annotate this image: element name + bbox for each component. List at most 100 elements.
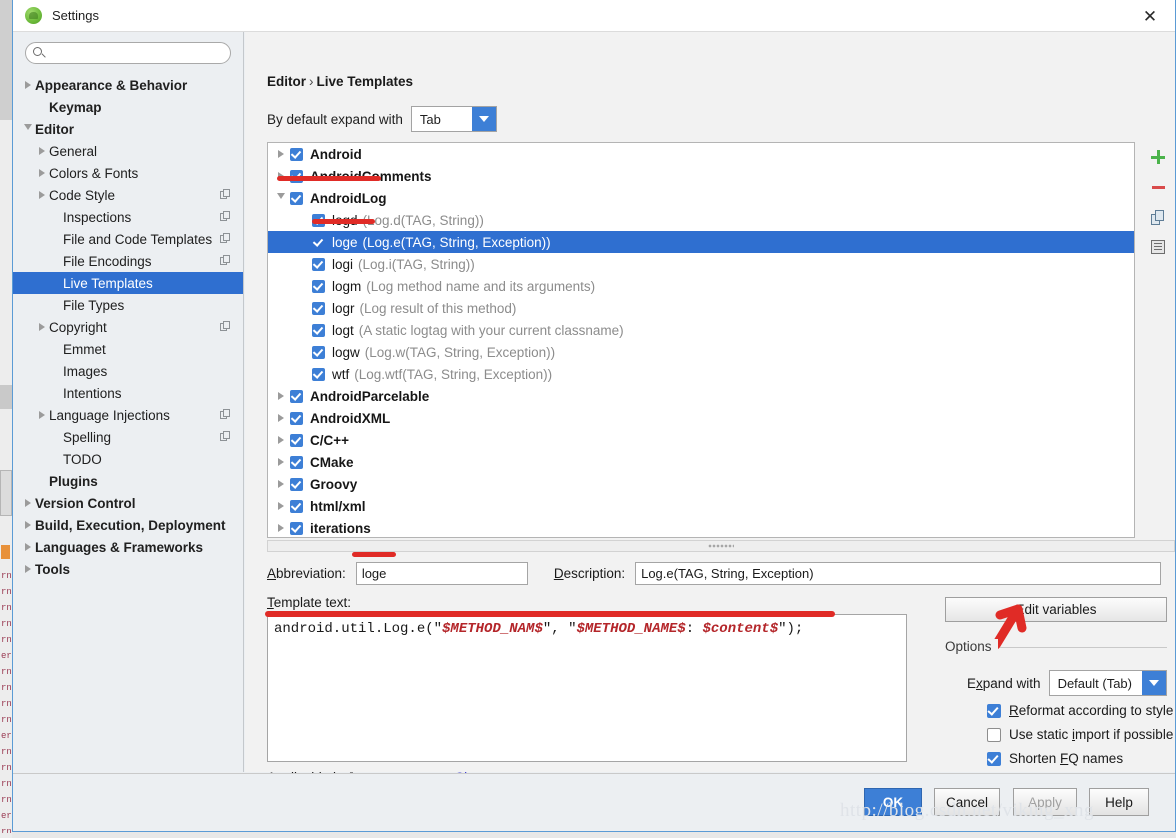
template-checkbox[interactable] bbox=[290, 477, 303, 491]
reformat-checkbox-row[interactable]: Reformat according to style bbox=[987, 703, 1173, 718]
chevron-right-icon[interactable] bbox=[35, 411, 49, 419]
copy-settings-icon[interactable] bbox=[220, 255, 231, 266]
copy-settings-icon[interactable] bbox=[220, 321, 231, 332]
chevron-right-icon[interactable] bbox=[35, 169, 49, 177]
default-expand-select[interactable]: Tab bbox=[410, 106, 497, 132]
template-checkbox[interactable] bbox=[290, 411, 303, 425]
template-checkbox[interactable] bbox=[290, 455, 303, 469]
template-checkbox[interactable] bbox=[312, 279, 325, 293]
chevron-right-icon[interactable] bbox=[21, 499, 35, 507]
help-button[interactable]: Help bbox=[1089, 788, 1149, 816]
template-checkbox[interactable] bbox=[290, 499, 303, 513]
sidebar-item-languages-frameworks[interactable]: Languages & Frameworks bbox=[13, 536, 243, 558]
chevron-down-icon[interactable] bbox=[272, 193, 290, 203]
abbreviation-input[interactable] bbox=[355, 562, 528, 585]
close-icon[interactable]: ✕ bbox=[1139, 6, 1161, 26]
template-row[interactable]: AndroidComments bbox=[268, 165, 1134, 187]
chevron-right-icon[interactable] bbox=[35, 323, 49, 331]
chevron-right-icon[interactable] bbox=[272, 458, 290, 466]
sidebar-item-general[interactable]: General bbox=[13, 140, 243, 162]
remove-template-button[interactable] bbox=[1141, 172, 1175, 202]
template-checkbox[interactable] bbox=[290, 147, 303, 161]
duplicate-template-button[interactable] bbox=[1141, 202, 1175, 232]
template-row[interactable]: logw (Log.w(TAG, String, Exception)) bbox=[268, 341, 1134, 363]
breadcrumb-root[interactable]: Editor bbox=[267, 74, 306, 89]
sidebar-item-plugins[interactable]: Plugins bbox=[13, 470, 243, 492]
sidebar-item-live-templates[interactable]: Live Templates bbox=[13, 272, 243, 294]
copy-settings-icon[interactable] bbox=[220, 211, 231, 222]
template-checkbox[interactable] bbox=[312, 367, 325, 381]
ok-button[interactable]: OK bbox=[864, 788, 922, 816]
sidebar-item-spelling[interactable]: Spelling bbox=[13, 426, 243, 448]
template-row[interactable]: logt (A static logtag with your current c… bbox=[268, 319, 1134, 341]
chevron-right-icon[interactable] bbox=[35, 147, 49, 155]
chevron-right-icon[interactable] bbox=[35, 191, 49, 199]
sidebar-item-images[interactable]: Images bbox=[13, 360, 243, 382]
sidebar-item-language-injections[interactable]: Language Injections bbox=[13, 404, 243, 426]
sidebar-item-file-encodings[interactable]: File Encodings bbox=[13, 250, 243, 272]
sidebar-item-copyright[interactable]: Copyright bbox=[13, 316, 243, 338]
template-row[interactable]: html/xml bbox=[268, 495, 1134, 517]
sidebar-item-file-and-code-templates[interactable]: File and Code Templates bbox=[13, 228, 243, 250]
template-checkbox[interactable] bbox=[312, 257, 325, 271]
template-row[interactable]: logd (Log.d(TAG, String)) bbox=[268, 209, 1134, 231]
templates-list[interactable]: Android AndroidComments AndroidLog logd (Log… bbox=[267, 142, 1135, 538]
chevron-down-icon[interactable] bbox=[471, 107, 496, 131]
chevron-down-icon[interactable] bbox=[1141, 671, 1166, 695]
sidebar-item-version-control[interactable]: Version Control bbox=[13, 492, 243, 514]
chevron-right-icon[interactable] bbox=[272, 172, 290, 180]
copy-settings-icon[interactable] bbox=[220, 189, 231, 200]
template-checkbox[interactable] bbox=[312, 323, 325, 337]
description-input[interactable] bbox=[635, 562, 1162, 585]
sidebar-item-build-execution-deployment[interactable]: Build, Execution, Deployment bbox=[13, 514, 243, 536]
template-row[interactable]: iterations bbox=[268, 517, 1134, 537]
sidebar-item-emmet[interactable]: Emmet bbox=[13, 338, 243, 360]
template-row[interactable]: CMake bbox=[268, 451, 1134, 473]
template-row[interactable]: AndroidXML bbox=[268, 407, 1134, 429]
search-box[interactable] bbox=[25, 42, 231, 64]
chevron-down-icon[interactable] bbox=[21, 124, 35, 134]
chevron-right-icon[interactable] bbox=[272, 480, 290, 488]
template-checkbox[interactable] bbox=[290, 169, 303, 183]
static-import-checkbox-row[interactable]: Use static import if possible bbox=[987, 727, 1173, 742]
chevron-right-icon[interactable] bbox=[272, 502, 290, 510]
template-checkbox[interactable] bbox=[312, 213, 325, 227]
sidebar-item-appearance-behavior[interactable]: Appearance & Behavior bbox=[13, 74, 243, 96]
chevron-right-icon[interactable] bbox=[21, 521, 35, 529]
sidebar-item-code-style[interactable]: Code Style bbox=[13, 184, 243, 206]
panel-splitter[interactable] bbox=[267, 540, 1175, 552]
sidebar-item-file-types[interactable]: File Types bbox=[13, 294, 243, 316]
add-template-button[interactable] bbox=[1141, 142, 1175, 172]
copy-settings-icon[interactable] bbox=[220, 233, 231, 244]
expand-with-select[interactable]: Default (Tab) bbox=[1048, 670, 1167, 696]
chevron-right-icon[interactable] bbox=[21, 565, 35, 573]
template-row[interactable]: Groovy bbox=[268, 473, 1134, 495]
template-checkbox[interactable] bbox=[290, 191, 303, 205]
copy-settings-icon[interactable] bbox=[220, 409, 231, 420]
chevron-right-icon[interactable] bbox=[21, 543, 35, 551]
sidebar-item-keymap[interactable]: Keymap bbox=[13, 96, 243, 118]
sidebar-item-tools[interactable]: Tools bbox=[13, 558, 243, 580]
sidebar-item-todo[interactable]: TODO bbox=[13, 448, 243, 470]
template-row[interactable]: logm (Log method name and its arguments) bbox=[268, 275, 1134, 297]
template-checkbox[interactable] bbox=[290, 521, 303, 535]
sidebar-item-colors-fonts[interactable]: Colors & Fonts bbox=[13, 162, 243, 184]
restore-defaults-button[interactable] bbox=[1141, 232, 1175, 262]
search-input[interactable] bbox=[50, 45, 224, 63]
shorten-fq-checkbox[interactable] bbox=[987, 751, 1001, 766]
chevron-right-icon[interactable] bbox=[272, 436, 290, 444]
chevron-right-icon[interactable] bbox=[272, 524, 290, 532]
template-checkbox[interactable] bbox=[312, 345, 325, 359]
edit-variables-button[interactable]: Edit variables bbox=[945, 597, 1167, 622]
template-row[interactable]: AndroidParcelable bbox=[268, 385, 1134, 407]
shorten-fq-checkbox-row[interactable]: Shorten FQ names bbox=[987, 751, 1123, 766]
copy-settings-icon[interactable] bbox=[220, 431, 231, 442]
template-row[interactable]: AndroidLog bbox=[268, 187, 1134, 209]
sidebar-item-intentions[interactable]: Intentions bbox=[13, 382, 243, 404]
chevron-right-icon[interactable] bbox=[21, 81, 35, 89]
template-checkbox[interactable] bbox=[290, 389, 303, 403]
template-checkbox[interactable] bbox=[312, 301, 325, 315]
template-row[interactable]: logr (Log result of this method) bbox=[268, 297, 1134, 319]
template-checkbox[interactable] bbox=[312, 236, 325, 249]
chevron-right-icon[interactable] bbox=[272, 392, 290, 400]
